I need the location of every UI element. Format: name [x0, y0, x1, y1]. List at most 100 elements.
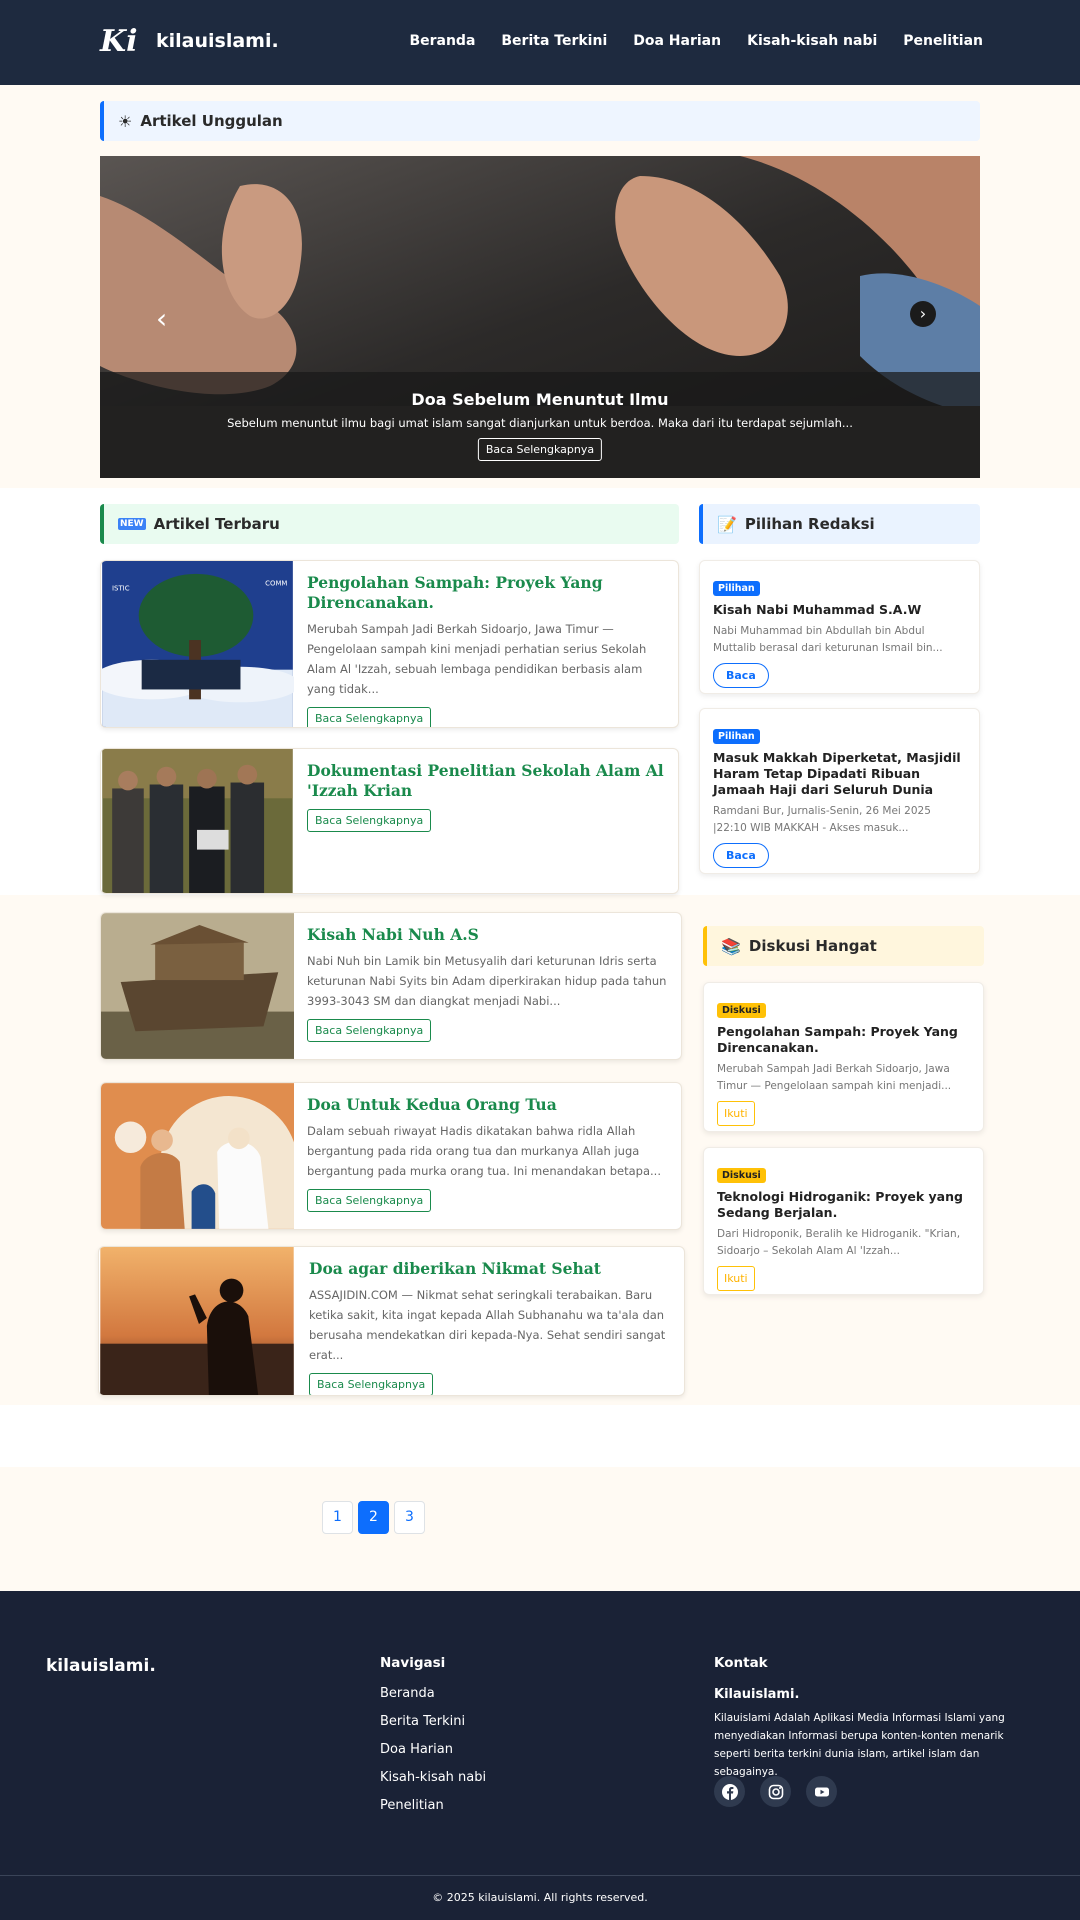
article-title[interactable]: Dokumentasi Penelitian Sekolah Alam Al '…: [307, 761, 668, 801]
article-title[interactable]: Doa agar diberikan Nikmat Sehat: [309, 1259, 674, 1279]
article-thumbnail: [101, 913, 294, 1059]
article-read-more-button[interactable]: Baca Selengkapnya: [307, 1189, 432, 1212]
instagram-icon[interactable]: [760, 1776, 791, 1807]
content-band-bottom: [0, 1405, 1080, 1467]
footer-contact-name: Kilauislami.: [714, 1687, 800, 1702]
slide-text: Sebelum menuntut ilmu bagi umat islam sa…: [227, 416, 853, 430]
editors-pick-heading-label: Pilihan Redaksi: [744, 515, 875, 533]
discussion-card: Diskusi Pengolahan Sampah: Proyek Yang D…: [703, 982, 984, 1132]
svg-text:COMM: COMM: [265, 580, 287, 588]
article-body: Doa agar diberikan Nikmat Sehat ASSAJIDI…: [309, 1259, 674, 1395]
brand-name[interactable]: kilauislami.: [156, 30, 279, 52]
featured-carousel: ‹ › Doa Sebelum Menuntut Ilmu Sebelum me…: [100, 156, 980, 478]
site-footer: kilauislami. Navigasi Beranda Berita Ter…: [0, 1591, 1080, 1920]
footer-brand[interactable]: kilauislami.: [46, 1656, 156, 1676]
discussion-badge: Diskusi: [717, 1168, 766, 1183]
article-thumbnail: [100, 1247, 294, 1395]
footer-nav: Beranda Berita Terkini Doa Harian Kisah-…: [380, 1686, 486, 1826]
footer-nav-penelitian[interactable]: Penelitian: [380, 1798, 486, 1814]
article-thumbnail: [101, 1083, 294, 1229]
article-title[interactable]: Pengolahan Sampah: Proyek Yang Direncana…: [307, 573, 668, 613]
carousel-caption: Doa Sebelum Menuntut Ilmu Sebelum menunt…: [100, 372, 980, 478]
nav-doa-harian[interactable]: Doa Harian: [633, 33, 721, 49]
footer-nav-doa-harian[interactable]: Doa Harian: [380, 1742, 486, 1758]
new-icon: NEW: [118, 518, 146, 530]
article-body: Pengolahan Sampah: Proyek Yang Direncana…: [307, 573, 668, 727]
pick-read-button[interactable]: Baca: [713, 843, 769, 868]
carousel-prev-icon[interactable]: ‹: [156, 302, 167, 335]
article-card: Doa Untuk Kedua Orang Tua Dalam sebuah r…: [100, 1082, 682, 1230]
pagination: 1 2 3: [322, 1501, 425, 1534]
footer-nav-kisah-nabi[interactable]: Kisah-kisah nabi: [380, 1770, 486, 1786]
editors-pick-heading: 📝 Pilihan Redaksi: [699, 504, 980, 544]
slide-title: Doa Sebelum Menuntut Ilmu: [411, 390, 669, 409]
article-excerpt: Dalam sebuah riwayat Hadis dikatakan bah…: [307, 1124, 661, 1178]
article-title[interactable]: Kisah Nabi Nuh A.S: [307, 925, 671, 945]
discussion-badge: Diskusi: [717, 1003, 766, 1018]
article-card: Dokumentasi Penelitian Sekolah Alam Al '…: [100, 748, 679, 894]
pick-text: Ramdani Bur, Jurnalis-Senin, 26 Mei 2025…: [713, 805, 931, 834]
pick-title[interactable]: Masuk Makkah Diperketat, Masjidil Haram …: [713, 750, 967, 798]
article-excerpt: Merubah Sampah Jadi Berkah Sidoarjo, Jaw…: [307, 622, 647, 696]
article-read-more-button[interactable]: Baca Selengkapnya: [307, 809, 432, 832]
carousel-next-icon[interactable]: ›: [910, 301, 936, 327]
pick-badge: Pilihan: [713, 729, 760, 744]
nav-berita-terkini[interactable]: Berita Terkini: [501, 33, 607, 49]
footer-nav-title: Navigasi: [380, 1655, 446, 1671]
follow-button[interactable]: Ikuti: [717, 1266, 755, 1291]
article-body: Doa Untuk Kedua Orang Tua Dalam sebuah r…: [307, 1095, 671, 1212]
logo-icon[interactable]: Ki: [100, 24, 137, 60]
editors-pick-card: Pilihan Masuk Makkah Diperketat, Masjidi…: [699, 708, 980, 874]
slide-read-more-button[interactable]: Baca Selengkapnya: [477, 438, 603, 461]
page-1-button[interactable]: 1: [322, 1501, 353, 1534]
featured-heading: ☀ Artikel Unggulan: [100, 101, 980, 141]
discussion-heading: 📚 Diskusi Hangat: [703, 926, 984, 966]
article-card: ISTIC COMM Pengolahan Sampah: Proyek Yan…: [100, 560, 679, 728]
article-excerpt: ASSAJIDIN.COM — Nikmat sehat seringkali …: [309, 1288, 666, 1362]
sun-icon: ☀: [118, 111, 133, 131]
nav-beranda[interactable]: Beranda: [409, 33, 475, 49]
youtube-icon[interactable]: [806, 1776, 837, 1807]
footer-divider: [0, 1875, 1080, 1876]
article-thumbnail: [102, 749, 293, 893]
pick-read-button[interactable]: Baca: [713, 663, 769, 688]
article-body: Kisah Nabi Nuh A.S Nabi Nuh bin Lamik bi…: [307, 925, 671, 1042]
discussion-text: Dari Hidroponik, Beralih ke Hidroganik. …: [717, 1228, 961, 1257]
page-3-button[interactable]: 3: [394, 1501, 425, 1534]
discussion-heading-label: Diskusi Hangat: [748, 937, 877, 955]
article-title[interactable]: Doa Untuk Kedua Orang Tua: [307, 1095, 671, 1115]
featured-heading-label: Artikel Unggulan: [140, 112, 283, 130]
social-links: [714, 1776, 837, 1807]
page-2-button[interactable]: 2: [358, 1501, 389, 1534]
footer-copyright: © 2025 kilauislami. All rights reserved.: [432, 1891, 648, 1904]
books-icon: 📚: [721, 936, 741, 956]
article-card: Kisah Nabi Nuh A.S Nabi Nuh bin Lamik bi…: [100, 912, 682, 1060]
main-nav: Beranda Berita Terkini Doa Harian Kisah-…: [409, 33, 983, 49]
site-header: Ki kilauislami. Beranda Berita Terkini D…: [0, 0, 1080, 85]
footer-contact-title: Kontak: [714, 1655, 768, 1671]
nav-penelitian[interactable]: Penelitian: [903, 33, 983, 49]
article-read-more-button[interactable]: Baca Selengkapnya: [307, 707, 432, 727]
article-thumbnail: ISTIC COMM: [101, 561, 294, 727]
latest-heading-label: Artikel Terbaru: [153, 515, 280, 533]
pick-text: Nabi Muhammad bin Abdullah bin Abdul Mut…: [713, 625, 943, 654]
article-body: Dokumentasi Penelitian Sekolah Alam Al '…: [307, 761, 668, 832]
article-read-more-button[interactable]: Baca Selengkapnya: [307, 1019, 432, 1042]
discussion-title[interactable]: Pengolahan Sampah: Proyek Yang Direncana…: [717, 1024, 971, 1056]
discussion-title[interactable]: Teknologi Hidroganik: Proyek yang Sedang…: [717, 1189, 971, 1221]
footer-nav-berita-terkini[interactable]: Berita Terkini: [380, 1714, 486, 1730]
footer-nav-beranda[interactable]: Beranda: [380, 1686, 486, 1702]
article-read-more-button[interactable]: Baca Selengkapnya: [309, 1373, 434, 1395]
nav-kisah-nabi[interactable]: Kisah-kisah nabi: [747, 33, 877, 49]
editors-pick-card: Pilihan Kisah Nabi Muhammad S.A.W Nabi M…: [699, 560, 980, 694]
discussion-card: Diskusi Teknologi Hidroganik: Proyek yan…: [703, 1147, 984, 1295]
latest-heading: NEW Artikel Terbaru: [100, 504, 679, 544]
discussion-text: Merubah Sampah Jadi Berkah Sidoarjo, Jaw…: [717, 1063, 952, 1092]
pick-badge: Pilihan: [713, 581, 760, 596]
article-excerpt: Nabi Nuh bin Lamik bin Metusyalih dari k…: [307, 954, 667, 1008]
facebook-icon[interactable]: [714, 1776, 745, 1807]
follow-button[interactable]: Ikuti: [717, 1101, 755, 1126]
memo-icon: 📝: [717, 514, 737, 534]
article-card: Doa agar diberikan Nikmat Sehat ASSAJIDI…: [98, 1246, 685, 1396]
pick-title[interactable]: Kisah Nabi Muhammad S.A.W: [713, 602, 967, 618]
